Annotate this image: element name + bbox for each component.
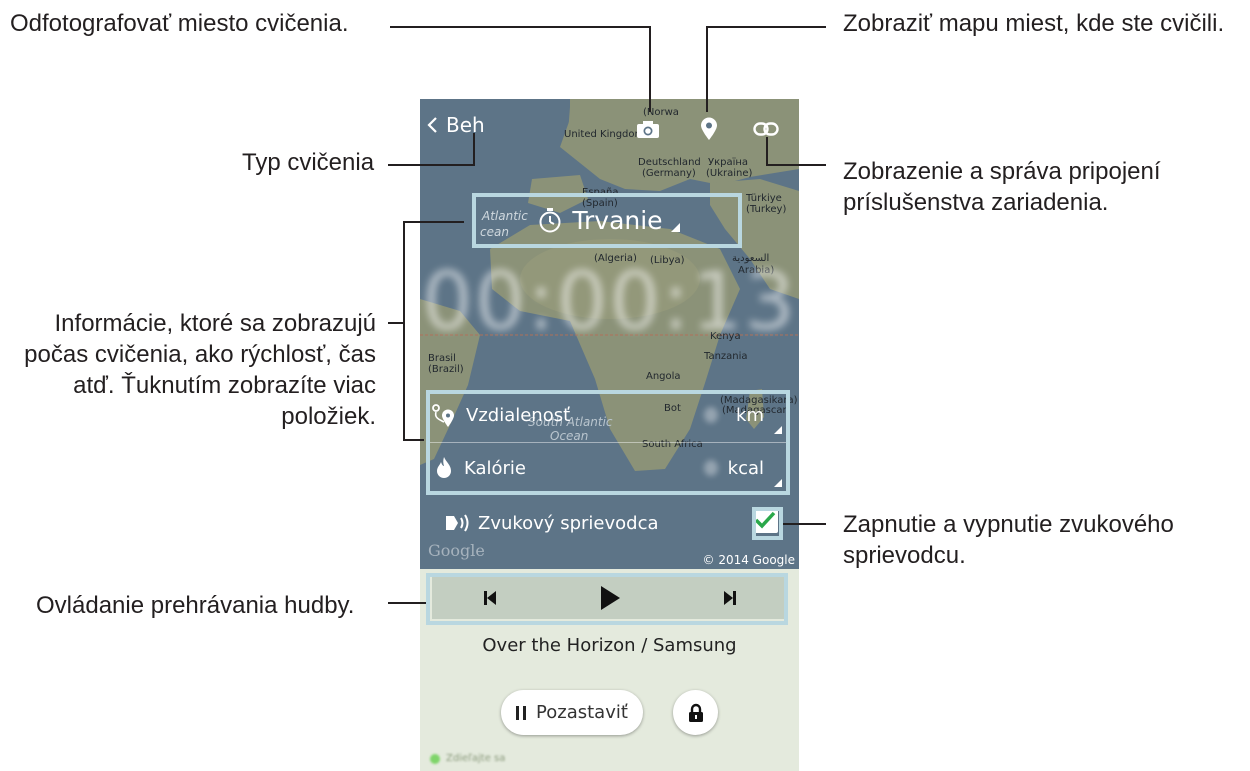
map-label-turkey: Türkiye <box>746 193 782 204</box>
callout-info-line1: Informácie, ktoré sa zobrazujú <box>54 310 376 337</box>
flame-icon <box>437 457 451 478</box>
calories-value-placeholder <box>704 460 718 476</box>
camera-icon <box>637 121 659 138</box>
map-label-turkey-en: (Turkey) <box>746 204 787 215</box>
duration-label: Trvanie <box>572 205 663 235</box>
song-title: Over the Horizon / Samsung <box>482 635 737 656</box>
workout-timer: 00:00:13 <box>421 255 798 348</box>
callout-audio-line2: sprievodcu. <box>843 542 966 569</box>
info-row-distance[interactable]: Vzdialenosť km <box>430 390 788 440</box>
audio-guide-checkbox[interactable] <box>752 507 778 533</box>
callout-accessory-line1: Zobrazenie a správa pripojení <box>843 158 1161 185</box>
callout-info-line3: atď. Ťuknutím zobrazíte viac <box>73 372 376 399</box>
play-icon[interactable] <box>598 585 622 611</box>
pause-button[interactable]: Pozastaviť <box>501 690 643 735</box>
phone-screen: (Norwa United Kingdom Deutschland (Germa… <box>420 99 799 771</box>
dropdown-corner-icon <box>774 479 782 487</box>
back-button[interactable]: Beh <box>426 113 485 137</box>
lock-icon <box>688 703 703 722</box>
distance-value-placeholder <box>704 407 718 423</box>
callout-photo: Odfotografovať miesto cvičenia. <box>10 10 349 37</box>
map-pin-icon <box>701 117 717 140</box>
map-label-angola: Angola <box>646 371 681 382</box>
audio-guide-label: Zvukový sprievodca <box>478 512 659 534</box>
callout-exercise-type: Typ cvičenia <box>242 149 375 176</box>
callout-audio-line1: Zapnutie a vypnutie zvukového <box>843 511 1174 538</box>
map-button[interactable] <box>695 115 723 143</box>
distance-unit: km <box>736 404 764 426</box>
map-label-germany-en: (Germany) <box>642 168 696 179</box>
accessory-button[interactable] <box>752 115 780 143</box>
status-indicator: Zdieľajte sa <box>430 753 505 764</box>
checkmark-icon <box>754 511 776 529</box>
map-label-tanzania: Tanzania <box>704 351 748 362</box>
calories-unit: kcal <box>727 457 764 479</box>
music-controls <box>432 577 788 619</box>
map-label-ukraine-en: (Ukraine) <box>706 168 753 179</box>
speaker-guide-icon <box>446 514 469 532</box>
map-label-germany: Deutschland <box>638 157 701 168</box>
pause-label: Pozastaviť <box>536 702 628 723</box>
map-copyright: © 2014 Google <box>702 553 795 567</box>
callout-music: Ovládanie prehrávania hudby. <box>36 592 355 619</box>
google-logo: Google <box>428 541 485 560</box>
stopwatch-icon <box>539 208 561 233</box>
camera-button[interactable] <box>634 115 662 143</box>
callout-info-line2: počas cvičenia, ako rýchlosť, čas <box>24 341 376 368</box>
link-icon <box>753 122 779 136</box>
skip-next-icon[interactable] <box>722 589 738 607</box>
info-row-calories[interactable]: Kalórie kcal <box>430 442 788 493</box>
calories-label: Kalórie <box>464 457 527 479</box>
music-panel: Over the Horizon / Samsung Pozastaviť Zd… <box>420 569 799 771</box>
status-dot-icon <box>430 753 440 764</box>
status-label: Zdieľajte sa <box>446 753 506 764</box>
callout-info-line4: položiek. <box>281 403 376 430</box>
chevron-left-icon <box>427 117 437 133</box>
top-bar: Beh <box>420 99 799 155</box>
exercise-type-label: Beh <box>446 113 485 137</box>
map-label-brasil: Brasil <box>428 353 456 364</box>
distance-label: Vzdialenosť <box>466 404 571 426</box>
callout-accessory-line2: príslušenstva zariadenia. <box>843 189 1109 216</box>
route-pin-icon <box>432 404 454 427</box>
dropdown-corner-icon <box>774 426 782 434</box>
dropdown-corner-icon <box>670 222 680 232</box>
duration-selector[interactable]: Trvanie <box>478 197 740 243</box>
map-label-ukraine: Україна <box>708 157 749 168</box>
callout-map: Zobraziť mapu miest, kde ste cvičili. <box>843 10 1225 37</box>
pause-icon <box>516 705 527 720</box>
skip-previous-icon[interactable] <box>482 589 498 607</box>
lock-button[interactable] <box>673 690 718 735</box>
map-label-brasil-en: (Brazil) <box>428 364 464 375</box>
